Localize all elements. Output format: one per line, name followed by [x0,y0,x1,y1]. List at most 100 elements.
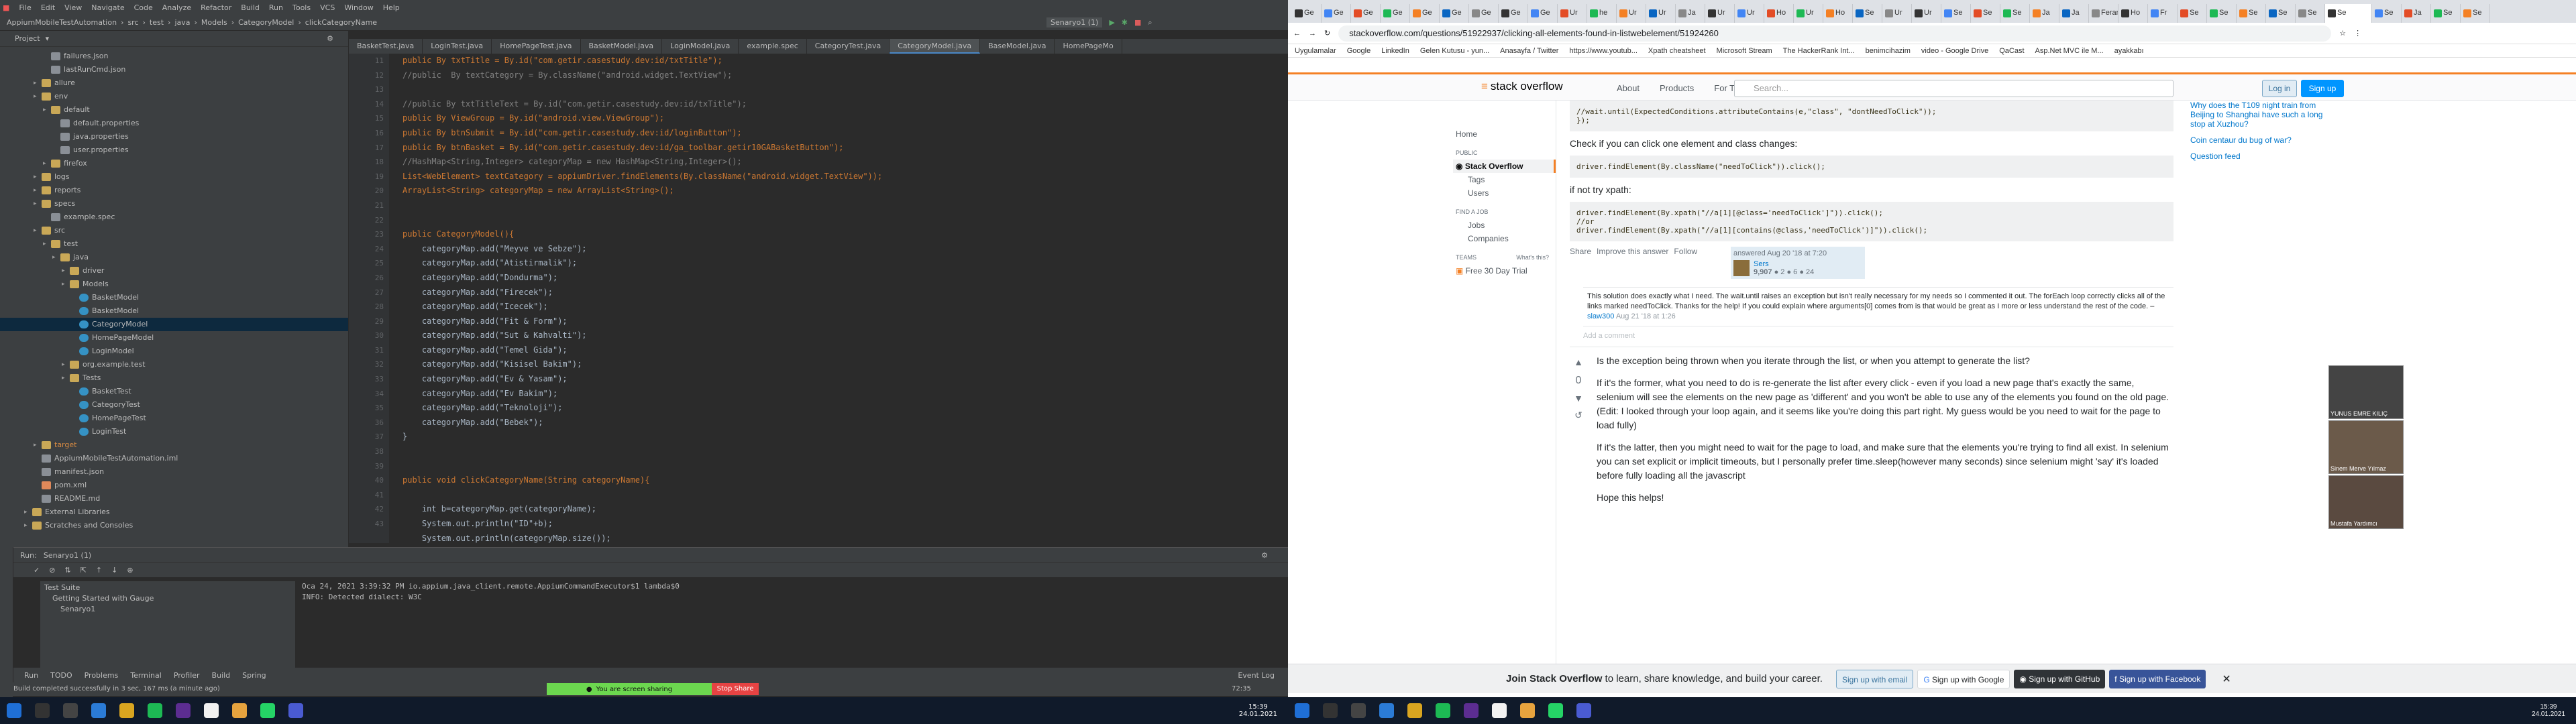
task-view-icon[interactable] [63,703,78,718]
so-search-input[interactable]: Search... [1734,80,2174,97]
tree-item[interactable]: default.properties [0,117,348,130]
browser-tab[interactable]: Ur [1794,4,1823,23]
bookmark-item[interactable]: Gelen Kutusu - yun... [1420,47,1489,55]
tree-item[interactable]: ▸ target [0,438,348,452]
menu-tools[interactable]: Tools [292,3,311,12]
nav-tags[interactable]: Tags [1456,173,1556,186]
reload-icon[interactable]: ↻ [1324,29,1330,38]
down-arrow-icon[interactable]: ↓ [111,566,117,575]
browser-tab[interactable]: Ur [1558,4,1587,23]
menu-build[interactable]: Build [241,3,260,12]
task-view-icon[interactable] [1351,703,1366,718]
code-line[interactable] [402,82,1275,97]
bookmark-item[interactable]: Microsoft Stream [1717,47,1772,55]
search-icon[interactable]: ⌕ [1148,18,1152,27]
code-editor[interactable]: public By txtTitle = By.id("com.getir.ca… [402,54,1275,543]
menu-edit[interactable]: Edit [41,3,55,12]
tree-item[interactable]: ▸ Tests [0,371,348,385]
code-line[interactable]: int b=categoryMap.get(categoryName); [402,502,1275,517]
bookmark-item[interactable]: Uygulamalar [1295,47,1336,55]
browser-tab[interactable]: Ja [2402,4,2431,23]
extensions-icon[interactable]: ⋮ [2354,29,2361,38]
tool-tab-profiler[interactable]: Profiler [174,671,200,680]
browser-tab[interactable]: Ur [1705,4,1735,23]
code-line[interactable]: categoryMap.add("Dondurma"); [402,271,1275,286]
code-line[interactable] [402,459,1275,474]
browser-tab[interactable]: Ja [2030,4,2059,23]
chevron-icon[interactable]: ▸ [34,76,42,90]
browser-tab[interactable]: Ge [1322,4,1351,23]
code-line[interactable]: categoryMap.add("Ev Bakim"); [402,387,1275,402]
browser-tab[interactable]: Ge [1292,4,1322,23]
test-tree-item[interactable]: Getting Started with Gauge [40,593,295,604]
search-icon[interactable] [35,703,50,718]
code-line[interactable]: categoryMap.add("Meyve ve Sebze"); [402,242,1275,257]
run-config-tab[interactable]: Senaryo1 (1) [44,551,91,560]
history-icon[interactable]: ↺ [1570,408,1587,422]
code-line[interactable]: public CategoryModel(){ [402,227,1275,242]
code-line[interactable]: categoryMap.add("Ev & Yasam"); [402,372,1275,387]
menu-view[interactable]: View [64,3,82,12]
browser-tab[interactable]: Ge [1381,4,1410,23]
browser-tab[interactable]: Se [2237,4,2266,23]
forward-icon[interactable]: → [1309,29,1316,38]
follow-link[interactable]: Follow [1674,247,1697,287]
tree-item[interactable]: failures.json [0,50,348,63]
comment-user[interactable]: slaw300 [1587,312,1614,320]
nav-home[interactable]: Home [1456,127,1556,141]
code-line[interactable]: public void clickCategoryName(String cat… [402,473,1275,488]
browser-tab[interactable]: Ja [2059,4,2089,23]
whatsapp-icon[interactable] [1548,703,1563,718]
browser-tab[interactable]: Se [2372,4,2402,23]
free-trial-link[interactable]: ▣ Free 30 Day Trial [1456,264,1556,278]
tree-item[interactable]: CategoryModel [0,318,348,331]
code-line[interactable]: categoryMap.add("Icecek"); [402,300,1275,314]
bookmark-item[interactable]: Google [1347,47,1371,55]
visual-studio-icon[interactable] [1464,703,1479,718]
clock[interactable]: 15:39 24.01.2021 [2532,703,2565,718]
breadcrumb-item[interactable]: Models [201,18,227,27]
run-icon[interactable]: ▶ [1109,18,1114,27]
intellij-icon[interactable] [1492,703,1507,718]
chevron-icon[interactable]: ▸ [62,371,70,385]
menu-navigate[interactable]: Navigate [91,3,124,12]
browser-tab[interactable]: Se [2178,4,2207,23]
improve-link[interactable]: Improve this answer [1597,247,1668,287]
tree-item[interactable]: LoginModel [0,345,348,358]
hot-question-link[interactable]: Why does the T109 night train from Beiji… [2190,101,2331,129]
chevron-icon[interactable]: ▸ [24,519,32,532]
code-line[interactable]: categoryMap.add("Bebek"); [402,416,1275,430]
tool-tab-problems[interactable]: Problems [85,671,119,680]
browser-tab[interactable]: Se [2325,4,2372,23]
menu-run[interactable]: Run [269,3,283,12]
whats-this-link[interactable]: What's this? [1516,251,1549,264]
tree-item[interactable]: HomePageModel [0,331,348,345]
code-line[interactable]: System.out.println("ID"+b); [402,517,1275,532]
file-explorer-icon[interactable] [119,703,134,718]
whatsapp-icon[interactable] [260,703,275,718]
breadcrumb-item[interactable]: clickCategoryName [305,18,377,27]
browser-tab[interactable]: Se [1853,4,1882,23]
avatar[interactable] [1733,260,1750,276]
stop-share-button[interactable]: Stop Share [712,683,759,695]
code-line[interactable]: } [402,430,1275,444]
code-line[interactable] [402,444,1275,459]
editor-tab[interactable]: LoginModel.java [662,39,739,54]
signup-button[interactable]: Sign up [2301,80,2344,97]
check-icon[interactable]: ✓ [34,566,40,575]
code-line[interactable]: //public By textCategory = By.className(… [402,68,1275,83]
menu-help[interactable]: Help [383,3,400,12]
tree-item[interactable]: example.spec [0,210,348,224]
code-line[interactable]: public By ViewGroup = By.id("android.vie… [402,111,1275,126]
up-arrow-icon[interactable]: ↑ [96,566,102,575]
tree-item[interactable]: ▸ logs [0,170,348,184]
chevron-icon[interactable]: ▸ [62,278,70,291]
chevron-icon[interactable]: ▸ [34,170,42,184]
code-line[interactable]: System.out.println(categoryMap.size()); [402,532,1275,543]
tree-item[interactable]: LoginTest [0,425,348,438]
breadcrumb-item[interactable]: AppiumMobileTestAutomation [7,18,117,27]
nav-jobs[interactable]: Jobs [1456,219,1556,232]
breadcrumb-item[interactable]: src [127,18,138,27]
teams-icon[interactable] [1576,703,1591,718]
menu-refactor[interactable]: Refactor [201,3,231,12]
